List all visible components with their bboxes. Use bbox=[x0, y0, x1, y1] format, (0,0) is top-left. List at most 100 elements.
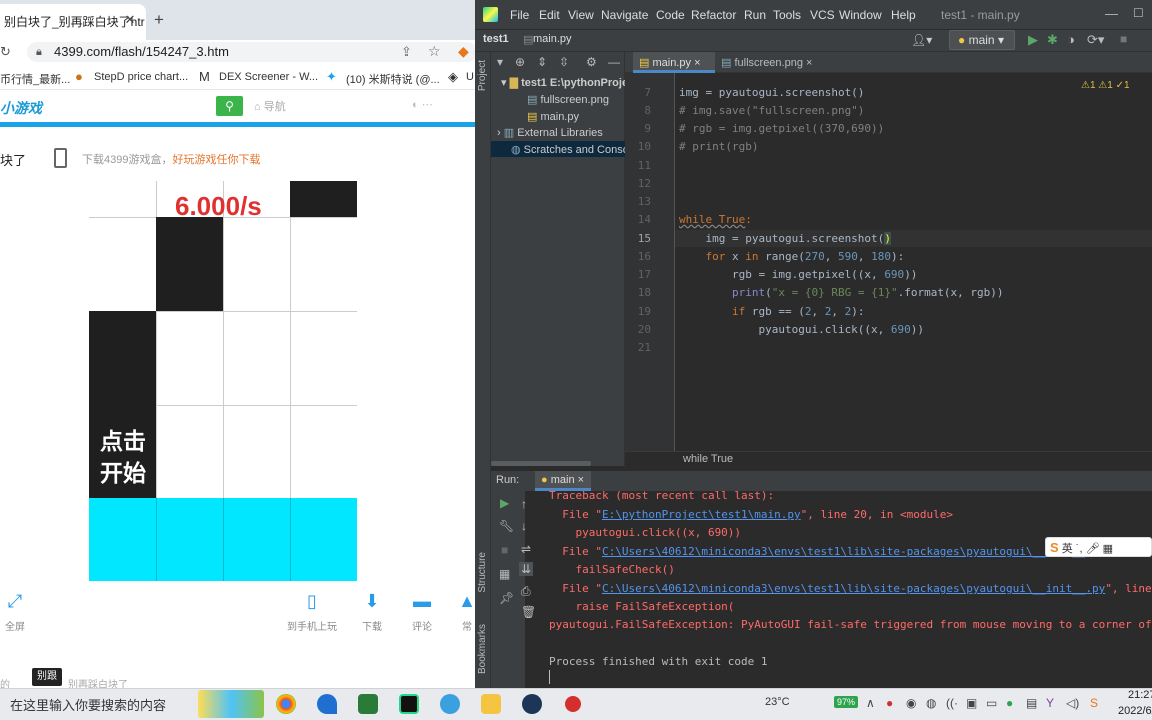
expand-icon[interactable]: ⇕ bbox=[537, 55, 547, 69]
close-icon[interactable]: × bbox=[694, 57, 700, 69]
menu-view[interactable]: View bbox=[568, 8, 594, 22]
url-text[interactable]: 4399.com/flash/154247_3.htm bbox=[54, 44, 229, 59]
search-button[interactable]: ⚲ bbox=[216, 96, 243, 116]
debug-icon[interactable]: ✱ bbox=[1047, 32, 1058, 48]
code-line[interactable]: # img.save("fullscreen.png") bbox=[679, 104, 864, 117]
inspection-status[interactable]: ⚠1 ⚠1 ✓1 bbox=[1081, 80, 1130, 91]
scroll-to-end-icon[interactable]: ⇊ bbox=[519, 562, 534, 576]
close-icon[interactable]: ✕ bbox=[124, 13, 136, 26]
tree-expand-icon[interactable]: ▾ ▇ test1 E:\pythonProje bbox=[501, 76, 628, 89]
more-button[interactable]: ▲ 常 bbox=[440, 590, 475, 633]
nav-link[interactable]: ⌂ 导航 bbox=[254, 98, 286, 114]
code-line[interactable]: # rgb = img.getpixel((370,690)) bbox=[679, 122, 884, 135]
edge-icon[interactable] bbox=[440, 694, 460, 714]
phone-icon[interactable] bbox=[54, 148, 67, 168]
print-icon[interactable]: ⎙ bbox=[521, 584, 531, 599]
stop-icon[interactable]: ■ bbox=[1120, 32, 1127, 46]
app-tray-icon[interactable]: ◉ bbox=[906, 696, 916, 710]
pycharm-icon[interactable] bbox=[399, 694, 419, 714]
speaker-icon[interactable]: ◁) bbox=[1066, 696, 1079, 710]
chevron-up-icon[interactable]: ∧ bbox=[866, 696, 875, 710]
maximize-icon[interactable]: ☐ bbox=[1133, 6, 1144, 20]
star-icon[interactable]: ☆ bbox=[428, 43, 441, 60]
app-tray-icon[interactable]: ▤ bbox=[1026, 696, 1037, 710]
bookmark-item[interactable]: StepD price chart... bbox=[94, 71, 188, 83]
tree-item-project[interactable]: test1 E:\pythonProje bbox=[521, 77, 628, 89]
tree-item[interactable]: › ▥ External Libraries bbox=[497, 126, 603, 139]
run-icon[interactable]: ▶ bbox=[1028, 32, 1038, 48]
soft-wrap-icon[interactable]: ⇌ bbox=[521, 542, 531, 556]
app-tray-icon[interactable]: ◍ bbox=[926, 696, 936, 710]
app-icon[interactable] bbox=[522, 694, 542, 714]
bookmark-item[interactable]: DEX Screener - W... bbox=[219, 71, 318, 83]
app-tray-icon[interactable]: ▣ bbox=[966, 696, 977, 710]
code-line[interactable]: rgb = img.getpixel((x, 690)) bbox=[679, 268, 917, 281]
code-line[interactable]: if rgb == (2, 2, 2): bbox=[679, 305, 864, 318]
bookmarks-tool-tab[interactable]: Bookmarks bbox=[477, 624, 488, 674]
rerun-icon[interactable]: ▶ bbox=[500, 496, 509, 510]
menu-tools[interactable]: Tools bbox=[773, 8, 801, 22]
stop-icon[interactable]: ■ bbox=[501, 543, 508, 557]
close-icon[interactable]: × bbox=[578, 474, 584, 486]
folder-icon[interactable] bbox=[481, 694, 501, 714]
footer-logo[interactable]: 别跟 bbox=[32, 668, 62, 686]
record-tray-icon[interactable]: ● bbox=[886, 696, 893, 710]
code-line[interactable]: img = pyautogui.screenshot() bbox=[679, 232, 891, 245]
code-line[interactable]: while True: bbox=[679, 213, 752, 226]
chrome-icon[interactable] bbox=[276, 694, 296, 714]
menu-run[interactable]: Run bbox=[744, 8, 766, 22]
tab-fullscreen-png[interactable]: ▤ fullscreen.png × bbox=[715, 52, 815, 73]
clock-date[interactable]: 2022/6/ bbox=[1118, 705, 1152, 717]
code-breadcrumb[interactable]: while True bbox=[683, 453, 733, 465]
weather[interactable]: 23°C bbox=[765, 696, 790, 708]
coverage-icon[interactable]: ◑ bbox=[1067, 32, 1075, 47]
code-line[interactable]: # print(rgb) bbox=[679, 140, 758, 153]
app-tray-icon[interactable]: Y bbox=[1046, 696, 1054, 710]
close-icon[interactable]: × bbox=[806, 57, 812, 69]
code-line[interactable]: for x in range(270, 590, 180): bbox=[679, 250, 905, 263]
tab-main-py[interactable]: ▤ main.py × bbox=[633, 52, 715, 73]
site-logo[interactable]: 小游戏 bbox=[0, 98, 42, 118]
download-button[interactable]: ⬇ 下载 bbox=[345, 590, 399, 633]
new-tab-icon[interactable]: + bbox=[154, 11, 164, 29]
menu-navigate[interactable]: Navigate bbox=[601, 8, 648, 22]
wrench-icon[interactable]: 🔧︎ bbox=[499, 519, 514, 533]
project-dropdown-icon[interactable]: ▾ bbox=[497, 55, 503, 69]
hide-icon[interactable]: — bbox=[608, 55, 620, 69]
menu-vcs[interactable]: VCS bbox=[810, 8, 835, 22]
reload-icon[interactable]: ↻ bbox=[0, 44, 11, 60]
share-icon[interactable]: ⇪ bbox=[401, 44, 412, 60]
menu-file[interactable]: File bbox=[510, 8, 529, 22]
login-icon[interactable]: ◐ ⋯ bbox=[412, 98, 433, 111]
lock-icon[interactable]: 🔒︎ bbox=[36, 46, 42, 59]
breadcrumb-project[interactable]: test1 bbox=[483, 33, 509, 45]
fullscreen-button[interactable]: ⤢ 全屏 bbox=[0, 590, 42, 633]
pin-icon[interactable]: 📌︎ bbox=[499, 591, 514, 605]
project-tool-tab[interactable]: Project bbox=[477, 60, 488, 91]
game-canvas[interactable]: 6.000/s 点击 开始 bbox=[89, 181, 357, 581]
tree-item[interactable]: ▤ fullscreen.png bbox=[527, 93, 609, 106]
collapse-icon[interactable]: ⇳ bbox=[559, 55, 569, 69]
menu-window[interactable]: Window bbox=[839, 8, 882, 22]
black-tile[interactable] bbox=[156, 217, 223, 311]
bookmark-item[interactable]: U bbox=[466, 71, 474, 83]
code-line[interactable]: pyautogui.click((x, 690)) bbox=[679, 323, 924, 336]
menu-help[interactable]: Help bbox=[891, 8, 916, 22]
promo-text[interactable]: 下载4399游戏盒，好玩游戏任你下载 bbox=[82, 151, 260, 167]
gear-icon[interactable]: ⚙ bbox=[586, 55, 597, 69]
run-config-select[interactable]: ● main ▾ bbox=[949, 30, 1015, 50]
start-label[interactable]: 点击 开始 bbox=[93, 425, 153, 489]
bookmark-item[interactable]: 币行情_最新... bbox=[0, 71, 70, 87]
trash-icon[interactable]: 🗑︎ bbox=[521, 605, 536, 619]
code-line[interactable]: print("x = {0} RBG = {1}".format(x, rgb)… bbox=[679, 286, 1004, 299]
menu-code[interactable]: Code bbox=[656, 8, 685, 22]
black-tile[interactable] bbox=[290, 181, 357, 217]
down-arrow-icon[interactable]: ↓ bbox=[521, 519, 527, 533]
structure-tool-tab[interactable]: Structure bbox=[477, 552, 488, 593]
up-arrow-icon[interactable]: ↑ bbox=[521, 497, 527, 511]
search-highlight-image[interactable] bbox=[198, 690, 264, 718]
menu-refactor[interactable]: Refactor bbox=[691, 8, 736, 22]
battery-badge[interactable]: 97% bbox=[834, 696, 859, 708]
battery-icon[interactable]: ▭ bbox=[986, 696, 997, 710]
breadcrumb-file[interactable]: main.py bbox=[533, 33, 572, 45]
